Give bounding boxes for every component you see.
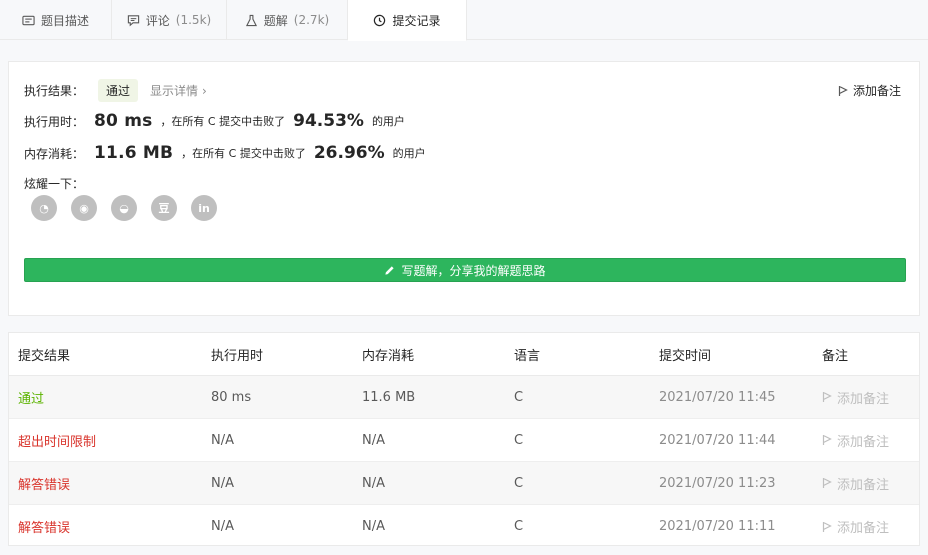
tab-submissions[interactable]: 提交记录 bbox=[348, 0, 467, 41]
language-cell: C bbox=[514, 389, 524, 405]
weibo-icon[interactable]: ◉ bbox=[71, 195, 97, 221]
row-add-note-button[interactable]: 添加备注 bbox=[822, 474, 889, 493]
memory-cell: N/A bbox=[362, 432, 385, 448]
submission-status-link[interactable]: 解答错误 bbox=[18, 474, 70, 493]
flag-icon bbox=[822, 477, 832, 488]
flask-icon bbox=[245, 14, 257, 26]
clock-icon bbox=[374, 14, 386, 26]
flag-icon bbox=[822, 434, 832, 445]
table-row: 解答错误 N/A N/A C 2021/07/20 11:11 添加备注 bbox=[9, 505, 919, 548]
language-cell: C bbox=[514, 519, 524, 534]
header-language: 语言 bbox=[514, 348, 541, 364]
submission-status-link[interactable]: 解答错误 bbox=[18, 517, 70, 536]
flag-icon bbox=[822, 391, 832, 402]
flag-icon bbox=[822, 521, 832, 532]
runtime-cell: N/A bbox=[211, 432, 234, 448]
chevron-right-icon: › bbox=[202, 83, 207, 98]
table-row: 超出时间限制 N/A N/A C 2021/07/20 11:44 添加备注 bbox=[9, 419, 919, 462]
tab-label: 题目描述 bbox=[40, 13, 89, 28]
note-label: 添加备注 bbox=[837, 521, 890, 536]
memory-cell: 11.6 MB bbox=[362, 389, 416, 405]
note-label: 添加备注 bbox=[837, 477, 890, 493]
tab-comments[interactable]: 评论 (1.5k) bbox=[112, 0, 227, 40]
time-cell: 2021/07/20 11:23 bbox=[659, 475, 776, 491]
write-solution-label: 写题解，分享我的解题思路 bbox=[401, 263, 546, 278]
runtime-users-text: 的用户 bbox=[371, 115, 405, 128]
qq-icon[interactable]: ◒ bbox=[111, 195, 137, 221]
memory-cell: N/A bbox=[362, 475, 385, 491]
tab-bar: 题目描述 评论 (1.5k) 题解 (2.7k) 提交记录 bbox=[0, 0, 928, 41]
description-icon bbox=[22, 15, 35, 25]
header-note: 备注 bbox=[822, 348, 849, 364]
wechat-icon[interactable]: ◔ bbox=[31, 195, 57, 221]
pencil-icon bbox=[385, 265, 395, 275]
tab-count: (1.5k) bbox=[175, 13, 212, 27]
language-cell: C bbox=[514, 432, 524, 448]
time-cell: 2021/07/20 11:11 bbox=[659, 519, 776, 534]
result-panel: 执行结果： 通过 显示详情 › 添加备注 执行用时： 80 ms ，在所有 C … bbox=[8, 61, 920, 316]
header-status: 提交结果 bbox=[18, 348, 71, 364]
time-cell: 2021/07/20 11:45 bbox=[659, 389, 776, 405]
add-note-button[interactable]: 添加备注 bbox=[838, 82, 901, 99]
runtime-cell: N/A bbox=[211, 519, 234, 534]
header-memory: 内存消耗 bbox=[362, 348, 415, 364]
douban-icon[interactable]: 豆 bbox=[151, 195, 177, 221]
memory-value: 11.6 MB bbox=[94, 143, 174, 163]
memory-beat-text: ，在所有 C 提交中击败了 bbox=[181, 147, 306, 160]
tab-solutions[interactable]: 题解 (2.7k) bbox=[227, 0, 348, 40]
language-cell: C bbox=[514, 475, 524, 491]
row-add-note-button[interactable]: 添加备注 bbox=[822, 388, 889, 407]
status-label: 执行结果： bbox=[24, 84, 85, 98]
runtime-label: 执行用时： bbox=[24, 114, 85, 129]
status-badge: 通过 bbox=[98, 79, 139, 102]
memory-cell: N/A bbox=[362, 519, 385, 534]
share-label: 炫耀一下： bbox=[24, 177, 85, 191]
header-time: 提交时间 bbox=[659, 348, 712, 364]
comment-icon bbox=[127, 14, 139, 26]
share-icons: ◔ ◉ ◒ 豆 in bbox=[31, 195, 217, 221]
memory-label: 内存消耗： bbox=[24, 146, 85, 161]
runtime-value: 80 ms bbox=[94, 111, 153, 131]
table-row: 解答错误 N/A N/A C 2021/07/20 11:23 添加备注 bbox=[9, 462, 919, 505]
row-add-note-button[interactable]: 添加备注 bbox=[822, 431, 889, 450]
share-row: 炫耀一下： bbox=[24, 175, 84, 192]
memory-percent: 26.96% bbox=[313, 143, 385, 163]
memory-users-text: 的用户 bbox=[392, 147, 426, 160]
status-row: 执行结果： 通过 显示详情 › bbox=[24, 79, 207, 102]
submissions-table: 提交结果 执行用时 内存消耗 语言 提交时间 备注 通过 80 ms 11.6 … bbox=[8, 332, 920, 546]
show-details-link[interactable]: 显示详情 › bbox=[150, 82, 207, 99]
note-label: 添加备注 bbox=[837, 434, 890, 450]
tab-count: (2.7k) bbox=[293, 13, 330, 27]
add-note-label: 添加备注 bbox=[852, 84, 901, 98]
time-cell: 2021/07/20 11:44 bbox=[659, 432, 776, 448]
runtime-beat-text: ，在所有 C 提交中击败了 bbox=[160, 115, 286, 128]
runtime-percent: 94.53% bbox=[293, 111, 364, 131]
row-add-note-button[interactable]: 添加备注 bbox=[822, 517, 889, 536]
header-runtime: 执行用时 bbox=[211, 348, 264, 364]
table-row: 通过 80 ms 11.6 MB C 2021/07/20 11:45 添加备注 bbox=[9, 376, 919, 419]
table-header: 提交结果 执行用时 内存消耗 语言 提交时间 备注 bbox=[9, 333, 919, 376]
tab-label: 提交记录 bbox=[392, 13, 441, 28]
runtime-row: 执行用时： 80 ms ，在所有 C 提交中击败了 94.53% 的用户 bbox=[24, 111, 405, 131]
runtime-cell: 80 ms bbox=[211, 389, 252, 405]
write-solution-button[interactable]: 写题解，分享我的解题思路 bbox=[24, 258, 906, 282]
show-details-label: 显示详情 bbox=[150, 84, 199, 98]
tab-label: 评论 bbox=[145, 13, 170, 28]
runtime-cell: N/A bbox=[211, 475, 234, 491]
note-label: 添加备注 bbox=[837, 391, 890, 407]
flag-icon bbox=[838, 85, 848, 96]
submission-status-link[interactable]: 通过 bbox=[18, 388, 44, 407]
memory-row: 内存消耗： 11.6 MB ，在所有 C 提交中击败了 26.96% 的用户 bbox=[24, 143, 426, 163]
tab-description[interactable]: 题目描述 bbox=[0, 0, 112, 40]
linkedin-icon[interactable]: in bbox=[191, 195, 217, 221]
submission-status-link[interactable]: 超出时间限制 bbox=[18, 431, 96, 450]
tab-label: 题解 bbox=[263, 13, 288, 28]
